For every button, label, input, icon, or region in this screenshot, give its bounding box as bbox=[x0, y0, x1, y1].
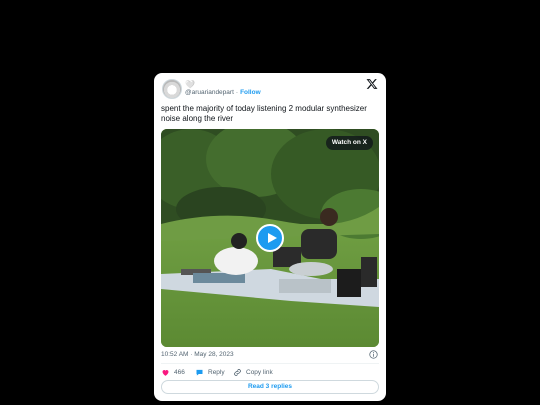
display-name[interactable]: 🤍 bbox=[185, 80, 195, 89]
follow-button[interactable]: Follow bbox=[240, 89, 261, 96]
copy-link-label: Copy link bbox=[246, 368, 273, 376]
avatar[interactable] bbox=[162, 79, 182, 99]
timestamp[interactable]: 10:52 AM · May 28, 2023 bbox=[161, 351, 234, 358]
video-player[interactable]: Watch on X bbox=[161, 129, 379, 347]
link-icon bbox=[234, 368, 241, 376]
divider bbox=[161, 363, 379, 364]
separator-dot: · bbox=[235, 89, 239, 96]
play-button[interactable] bbox=[256, 224, 284, 252]
reply-label: Reply bbox=[208, 368, 225, 376]
reply-bubble-icon bbox=[196, 369, 203, 375]
copy-link-button[interactable]: Copy link bbox=[233, 366, 273, 378]
tweet-card: 🤍 @aruariandepart · Follow spent the major… bbox=[154, 73, 386, 401]
handle[interactable]: @aruariandepart bbox=[185, 89, 234, 96]
read-replies-button[interactable]: Read 3 replies bbox=[161, 380, 379, 394]
x-logo-icon[interactable] bbox=[366, 78, 378, 90]
watch-on-x-button[interactable]: Watch on X bbox=[325, 136, 373, 150]
like-button[interactable]: 466 bbox=[161, 366, 185, 378]
info-icon[interactable] bbox=[369, 350, 378, 359]
like-count: 466 bbox=[174, 368, 185, 376]
meta-row: 10:52 AM · May 28, 2023 bbox=[161, 350, 379, 360]
reply-button[interactable]: Reply bbox=[195, 366, 225, 378]
handle-row: @aruariandepart · Follow bbox=[185, 89, 261, 97]
heart-icon bbox=[162, 369, 169, 376]
tweet-text: spent the majority of today listening 2 … bbox=[161, 104, 367, 123]
